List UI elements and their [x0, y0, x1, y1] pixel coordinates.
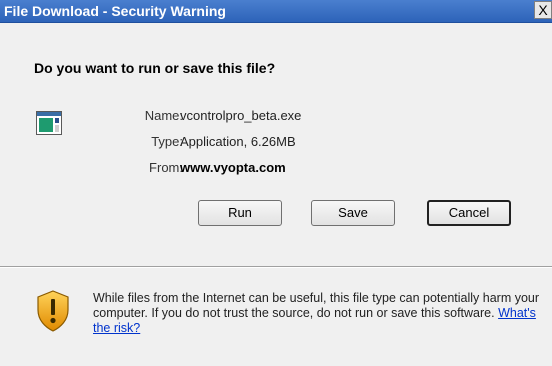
security-warning-shield-icon	[37, 290, 69, 332]
dialog-question: Do you want to run or save this file?	[34, 60, 276, 76]
file-name-value: vcontrolpro_beta.exe	[180, 108, 302, 123]
file-name-row: Name: vcontrolpro_beta.exe	[0, 108, 552, 126]
file-type-value: Application, 6.26MB	[180, 134, 296, 149]
titlebar: File Download - Security Warning X	[0, 0, 552, 23]
run-button[interactable]: Run	[198, 200, 282, 226]
warning-message: While files from the Internet can be use…	[93, 291, 540, 320]
file-from-value: www.vyopta.com	[180, 160, 286, 175]
close-button[interactable]: X	[534, 1, 552, 19]
window-title: File Download - Security Warning	[4, 3, 226, 19]
save-button[interactable]: Save	[311, 200, 395, 226]
section-divider-highlight	[0, 267, 552, 268]
security-warning-text-block: While files from the Internet can be use…	[93, 291, 543, 336]
file-from-row: From: www.vyopta.com	[0, 160, 552, 178]
file-type-row: Type: Application, 6.26MB	[0, 134, 552, 152]
cancel-button[interactable]: Cancel	[427, 200, 511, 226]
file-from-label: From:	[149, 160, 183, 175]
file-type-label: Type:	[151, 134, 183, 149]
file-name-label: Name:	[144, 108, 183, 123]
